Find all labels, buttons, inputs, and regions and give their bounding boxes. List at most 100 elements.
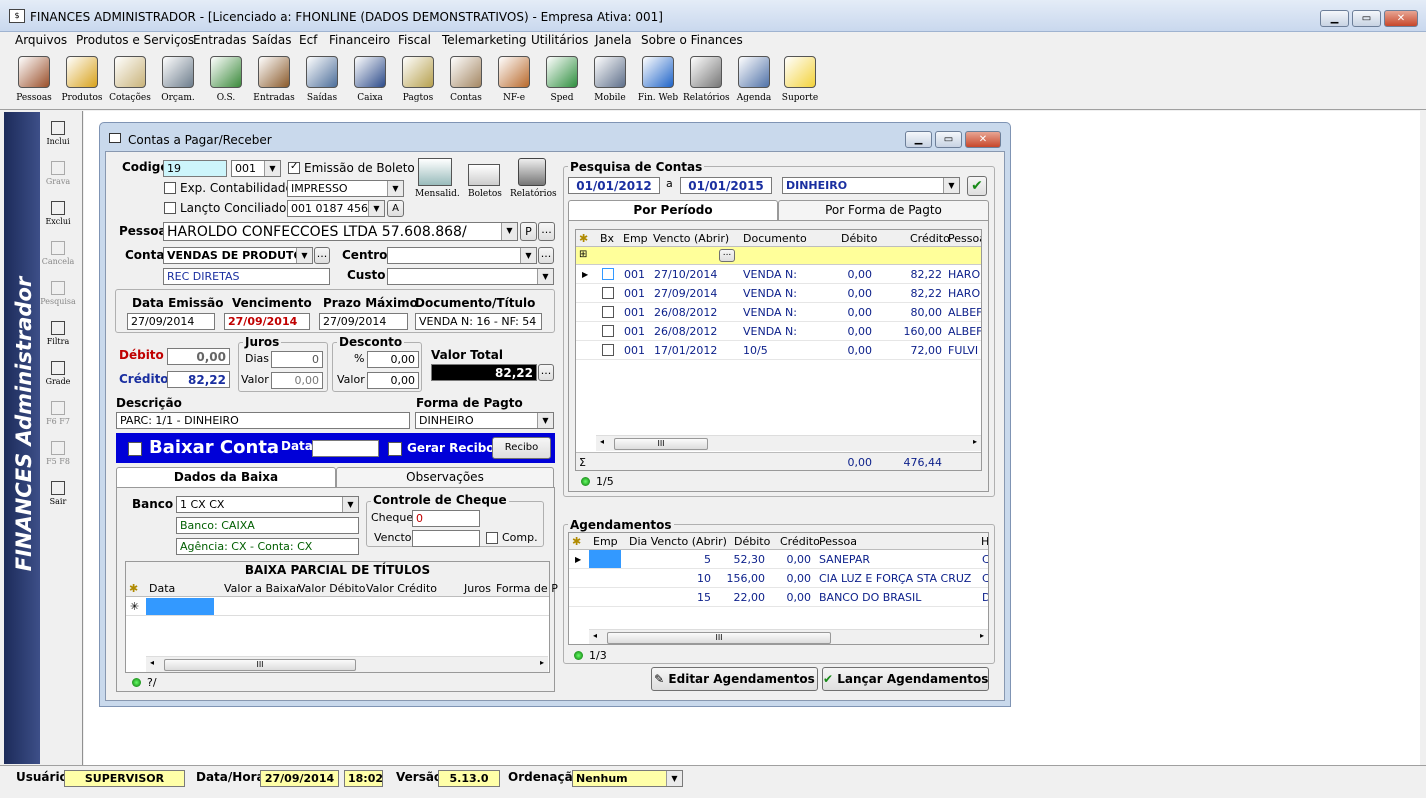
toolbar-accounts-button[interactable]: Contas	[443, 54, 489, 108]
debito-field[interactable]: 0,00	[167, 348, 230, 365]
pessoa-ellipsis-button[interactable]: ...	[538, 222, 555, 241]
sidebar-item-9[interactable]: Sair	[40, 481, 76, 506]
col-juros[interactable]: Juros	[464, 582, 491, 595]
baixa-checkbox[interactable]	[602, 325, 614, 337]
scroll-thumb[interactable]: III	[607, 632, 831, 644]
menu-fiscal[interactable]: Fiscal	[398, 33, 431, 47]
menu-saidas[interactable]: Saídas	[252, 33, 292, 47]
chevron-down-icon[interactable]: ▼	[387, 181, 403, 196]
pessoa-select[interactable]: HAROLDO CONFECCOES LTDA 57.608.868/ ▼	[163, 222, 518, 241]
scroll-left-icon[interactable]: ◂	[593, 631, 597, 640]
table-row[interactable]: 001 17/01/2012 10/5 0,00 72,00 FULVI	[576, 341, 981, 360]
close-button[interactable]: ✕	[1384, 10, 1418, 27]
toolbar-people-button[interactable]: Pessoas	[11, 54, 57, 108]
data-baixa-field[interactable]	[312, 440, 379, 457]
table-row[interactable]: 001 26/08/2012 VENDA N: 0,00 160,00 ALBEF	[576, 322, 981, 341]
sidebar-item-5[interactable]: Filtra	[40, 321, 76, 346]
col-credito[interactable]: Crédito	[910, 232, 950, 245]
documento-field[interactable]: VENDA N: 16 - NF: 54	[415, 313, 542, 330]
table-row[interactable]: 10 156,00 0,00 CIA LUZ E FORÇA STA CRUZ C	[569, 569, 988, 588]
custo-select[interactable]: ▼	[387, 268, 554, 285]
table-row[interactable]: 001 27/09/2014 VENDA N: 0,00 82,22 HARO	[576, 284, 981, 303]
centro-select[interactable]: ▼	[387, 247, 537, 264]
selected-cell[interactable]	[589, 550, 621, 568]
chevron-down-icon[interactable]: ▼	[537, 413, 553, 428]
credito-field[interactable]: 82,22	[167, 371, 230, 388]
lancto-conciliado-checkbox[interactable]	[164, 202, 176, 214]
toolbar-cash-register-button[interactable]: Caixa	[347, 54, 393, 108]
toolbar-calendar-button[interactable]: Agenda	[731, 54, 777, 108]
a-button[interactable]: A	[387, 200, 404, 217]
chevron-down-icon[interactable]: ▼	[666, 771, 682, 786]
table-row[interactable]: ▶ 001 27/10/2014 VENDA N: 0,00 82,22 HARO	[576, 265, 981, 284]
valor-total-ellipsis-button[interactable]: ...	[538, 364, 554, 381]
toolbar-sped-button[interactable]: Sped	[539, 54, 585, 108]
table-row[interactable]: ▶ 5 52,30 0,00 SANEPAR C	[569, 550, 988, 569]
sidebar-item-0[interactable]: Inclui	[40, 121, 76, 146]
toolbar-quote-button[interactable]: Cotações	[107, 54, 153, 108]
col-emp[interactable]: Emp	[593, 535, 618, 548]
col-data[interactable]: Data	[149, 582, 175, 595]
toolbar-truck-in-button[interactable]: Entradas	[251, 54, 297, 108]
toolbar-calculator-button[interactable]: Orçam.	[155, 54, 201, 108]
desconto-pct-field[interactable]: 0,00	[367, 351, 419, 368]
scroll-thumb[interactable]: III	[614, 438, 708, 450]
col-bx[interactable]: Bx	[600, 232, 614, 245]
contas-filter-row[interactable]: ⊞ ...	[576, 247, 981, 265]
toolbar-payment-button[interactable]: Pagtos	[395, 54, 441, 108]
menu-financeiro[interactable]: Financeiro	[329, 33, 390, 47]
conta-ellipsis-button[interactable]: ...	[314, 247, 330, 264]
p-button[interactable]: P	[520, 222, 537, 241]
gerar-recibo-checkbox[interactable]	[388, 442, 402, 456]
sidebar-item-1[interactable]: Grava	[40, 161, 76, 186]
menu-ecf[interactable]: Ecf	[299, 33, 317, 47]
toolbar-mobile-button[interactable]: Mobile	[587, 54, 633, 108]
chevron-down-icon[interactable]: ▼	[296, 248, 312, 263]
col-forma[interactable]: Forma de P	[496, 582, 558, 595]
toolbar-lightbulb-button[interactable]: Suporte	[777, 54, 823, 108]
child-close-button[interactable]: ✕	[965, 131, 1001, 148]
impresso-select[interactable]: IMPRESSO ▼	[287, 180, 404, 197]
tab-observacoes[interactable]: Observações	[336, 467, 554, 487]
chevron-down-icon[interactable]: ▼	[501, 223, 517, 240]
menu-sobre[interactable]: Sobre o Finances	[641, 33, 743, 47]
col-debito[interactable]: Débito	[841, 232, 877, 245]
sidebar-item-7[interactable]: F6 F7	[40, 401, 76, 426]
menu-utilitarios[interactable]: Utilitários	[531, 33, 588, 47]
toolbar-service-order-button[interactable]: O.S.	[203, 54, 249, 108]
chevron-down-icon[interactable]: ▼	[943, 178, 959, 193]
toolbar-boxes-button[interactable]: Produtos	[59, 54, 105, 108]
filter-icon[interactable]: ⊞	[579, 249, 587, 260]
pesquisa-de-field[interactable]: 01/01/2012	[568, 177, 660, 194]
recibo-button[interactable]: Recibo	[492, 437, 551, 459]
gear-icon[interactable]: ✱	[579, 232, 588, 245]
editar-agendamentos-button[interactable]: ✎ Editar Agendamentos	[651, 667, 818, 691]
sidebar-item-8[interactable]: F5 F8	[40, 441, 76, 466]
col-credito[interactable]: Crédito	[780, 535, 820, 548]
gear-icon[interactable]: ✱	[129, 582, 138, 595]
conta-bancaria-select[interactable]: 001 0187 4566 ▼	[287, 200, 385, 217]
minimize-button[interactable]: ▁	[1320, 10, 1349, 27]
banco-select[interactable]: 1 CX CX ▼	[176, 496, 359, 513]
menu-produtos[interactable]: Produtos e Serviços	[76, 33, 194, 47]
tab-dados-baixa[interactable]: Dados da Baixa	[116, 467, 336, 487]
vencto-field[interactable]	[412, 530, 480, 547]
menu-telemarketing[interactable]: Telemarketing	[442, 33, 527, 47]
ordenacao-select[interactable]: Nenhum ▼	[572, 770, 683, 787]
pesquisa-ate-field[interactable]: 01/01/2015	[680, 177, 772, 194]
baixa-hscroll[interactable]: ◂ III ▸	[146, 656, 548, 672]
gear-icon[interactable]: ✱	[572, 535, 581, 548]
col-emp[interactable]: Emp	[623, 232, 648, 245]
filter-ellipsis-button[interactable]: ...	[719, 249, 735, 262]
dias-field[interactable]: 0	[271, 351, 323, 368]
contas-hscroll[interactable]: ◂ III ▸	[596, 435, 981, 451]
mensalidade-icon[interactable]	[418, 158, 452, 186]
col-vencto[interactable]: Vencto (Abrir)	[653, 232, 729, 245]
col-valor-credito[interactable]: Valor Crédito	[366, 582, 437, 595]
boletos-icon[interactable]	[468, 164, 500, 186]
toolbar-printer-button[interactable]: Relatórios	[683, 54, 730, 108]
col-valor-baixar[interactable]: Valor a Baixar	[224, 582, 301, 595]
pesquisa-forma-select[interactable]: DINHEIRO ▼	[782, 177, 960, 194]
child-maximize-button[interactable]: ▭	[935, 131, 962, 148]
maximize-button[interactable]: ▭	[1352, 10, 1381, 27]
